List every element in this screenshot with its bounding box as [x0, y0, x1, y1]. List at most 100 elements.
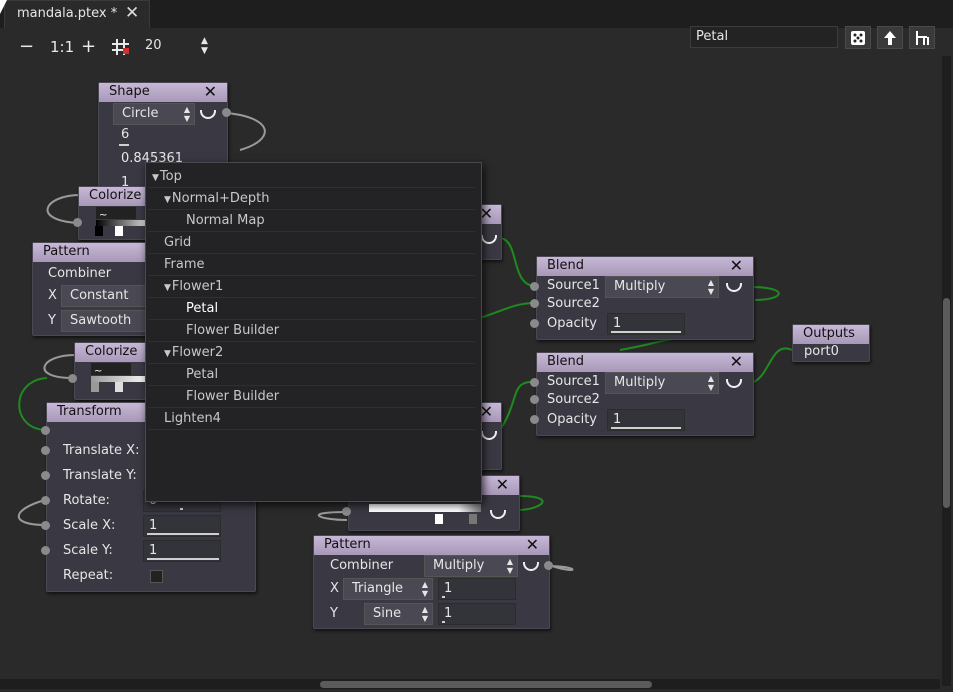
blend-1-close-icon[interactable]: ✕	[730, 256, 743, 275]
tree-item[interactable]: ▼Normal+Depth	[148, 188, 475, 210]
pattern-2-x-number[interactable]: 1	[438, 578, 516, 600]
tree-item-label: Flower2	[171, 345, 224, 360]
tree-item[interactable]: Petal	[148, 364, 475, 386]
horizontal-scrollbar-thumb[interactable]	[320, 681, 652, 688]
expand-arrow-icon[interactable]: ▼	[164, 195, 171, 205]
scale-y-field[interactable]: 1	[143, 540, 221, 562]
close-tab-icon[interactable]: ✕	[125, 5, 139, 22]
grid-snap-icon[interactable]	[112, 39, 130, 56]
pattern-2-y-select[interactable]: Sine ▲ ▼	[364, 603, 433, 625]
zoom-in-button[interactable]: +	[81, 37, 96, 57]
blend-1-source2-port[interactable]	[530, 299, 539, 308]
colorize-3-close-icon[interactable]: ✕	[496, 475, 509, 494]
pattern-2-y-value: Sine	[373, 606, 402, 621]
search-input[interactable]: Petal	[690, 26, 838, 48]
pattern-node-1[interactable]: Pattern Combiner X Constant Y Sawtooth	[32, 242, 154, 336]
blend-2-source2-port[interactable]	[530, 395, 539, 404]
blend-2-mode-value: Multiply	[614, 375, 666, 390]
colorize-3-input-port[interactable]	[342, 507, 351, 516]
colorize-2-input-port[interactable]	[68, 374, 77, 383]
expand-arrow-icon[interactable]: ▼	[152, 173, 159, 183]
select-arrows-icon: ▲ ▼	[421, 605, 428, 623]
blend-node-1[interactable]: Blend ✕ Source1 Multiply ▲ ▼ Source2 Opaci…	[536, 256, 754, 340]
node-library-popup[interactable]: ▼Top ▼Normal+Depth Normal Map Grid Frame ▼Flo…	[145, 162, 482, 502]
gradient-stop-handle[interactable]	[95, 226, 103, 236]
tree-item[interactable]: ▼Top	[148, 166, 475, 188]
output-icon	[481, 235, 497, 244]
outputs-node[interactable]: Outputs port0	[792, 324, 870, 362]
select-arrows-icon: ▲ ▼	[506, 557, 513, 575]
vertical-scrollbar-thumb[interactable]	[943, 298, 950, 508]
pattern-1-x-value: Constant	[70, 288, 129, 303]
blend-2-source1-port[interactable]	[530, 378, 539, 387]
expand-arrow-icon[interactable]: ▼	[164, 349, 171, 359]
zoom-reset-button[interactable]: 1:1	[50, 37, 74, 57]
blend-1-opacity-field[interactable]: 1	[607, 313, 685, 335]
blend-2-mode-select[interactable]: Multiply ▲ ▼	[605, 372, 719, 394]
blend-2-opacity-field[interactable]: 1	[607, 409, 685, 431]
pattern-2-output-port[interactable]	[544, 561, 553, 570]
outputs-title: Outputs	[793, 325, 869, 344]
blend-1-opacity-port[interactable]	[530, 319, 539, 328]
spin-arrows-icon[interactable]: ▲ ▼	[201, 36, 208, 56]
tree-item[interactable]: Petal	[148, 298, 475, 320]
rotate-port[interactable]	[41, 496, 50, 505]
vertical-scrollbar[interactable]	[942, 56, 951, 686]
wire-blend2-out	[749, 347, 793, 384]
gradient-stop-handle[interactable]	[115, 226, 123, 236]
shape-output-port[interactable]	[222, 108, 231, 117]
shape-close-icon[interactable]: ✕	[204, 82, 217, 101]
colorize-1-input-port[interactable]	[73, 218, 82, 227]
translate-x-port[interactable]	[41, 446, 50, 455]
gradient-stop-handle[interactable]	[91, 382, 99, 392]
repeat-checkbox[interactable]	[150, 570, 163, 583]
gradient-mode-select[interactable]: ~	[96, 207, 136, 221]
blend-2-opacity-port[interactable]	[530, 415, 539, 424]
pattern-2-y-number[interactable]: 1	[438, 603, 516, 625]
translate-y-port[interactable]	[41, 471, 50, 480]
blend-1-source1-port[interactable]	[530, 282, 539, 291]
tree-item[interactable]: Grid	[148, 232, 475, 254]
blend-1-mode-select[interactable]: Multiply ▲ ▼	[605, 276, 719, 298]
blend-2-close-icon[interactable]: ✕	[730, 352, 743, 371]
blend-node-2[interactable]: Blend ✕ Source1 Multiply ▲ ▼ Source2 Opaci…	[536, 352, 754, 436]
pattern-2-x-select[interactable]: Triangle ▲ ▼	[343, 578, 433, 600]
scale-x-label: Scale X:	[63, 518, 116, 533]
tree-item[interactable]: Normal Map	[148, 210, 475, 232]
gradient-stop-handle[interactable]	[469, 514, 477, 524]
tree-item[interactable]: Flower Builder	[148, 320, 475, 342]
colorize-node-2[interactable]: Colorize ~	[74, 342, 156, 400]
tree-item[interactable]: Frame	[148, 254, 475, 276]
gradient-mode-select[interactable]: ~	[91, 363, 131, 377]
tab-mandala[interactable]: mandala.ptex * ✕	[4, 0, 150, 28]
tree-item[interactable]: Flower Builder	[148, 386, 475, 408]
outputs-port0-label: port0	[804, 344, 839, 359]
random-seed-button[interactable]	[845, 26, 871, 49]
scale-x-port[interactable]	[41, 521, 50, 530]
scale-x-field[interactable]: 1	[143, 515, 221, 537]
tree-item[interactable]: ▼Flower1	[148, 276, 475, 298]
transform-input-port[interactable]	[41, 426, 50, 435]
grid-size-spinbox[interactable]: 20 ▲ ▼	[141, 36, 213, 58]
pattern-2-combiner-select[interactable]: Multiply ▲ ▼	[424, 555, 518, 577]
shape-edges-field[interactable]: 6	[116, 125, 192, 147]
tree-item[interactable]: Lighten4	[148, 408, 475, 430]
pattern-node-2[interactable]: Pattern ✕ Combiner Multiply ▲ ▼ X Triangle…	[313, 535, 550, 629]
shape-type-select[interactable]: Circle ▲ ▼	[113, 103, 195, 125]
pattern-1-y-select[interactable]: Sawtooth	[61, 310, 147, 332]
tree-item[interactable]: ▼Flower2	[148, 342, 475, 364]
expand-arrow-icon[interactable]: ▼	[164, 283, 171, 293]
scale-y-port[interactable]	[41, 546, 50, 555]
gradient-stop-handle[interactable]	[115, 382, 123, 392]
pattern-2-close-icon[interactable]: ✕	[526, 535, 539, 554]
zoom-out-button[interactable]: −	[19, 37, 34, 57]
tree-item-label: Petal	[186, 367, 219, 382]
pattern-2-y-label: Y	[330, 606, 338, 621]
blend-1-mode-value: Multiply	[614, 279, 666, 294]
hierarchy-button[interactable]	[909, 26, 935, 49]
arrow-up-icon	[884, 31, 896, 45]
go-up-button[interactable]	[877, 26, 903, 49]
horizontal-scrollbar[interactable]	[0, 679, 940, 689]
pattern-1-x-select[interactable]: Constant	[61, 285, 147, 307]
gradient-stop-handle[interactable]	[435, 514, 443, 524]
